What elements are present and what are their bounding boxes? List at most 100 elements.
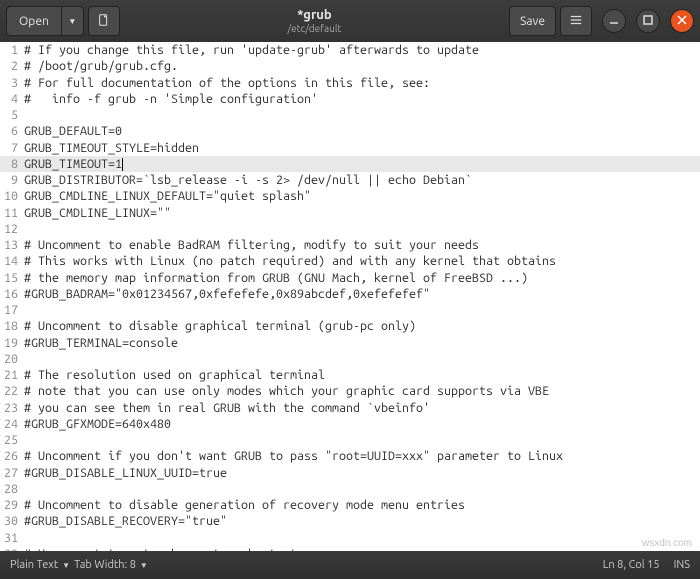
editor-line[interactable]: 7GRUB_TIMEOUT_STYLE=hidden bbox=[0, 140, 700, 156]
editor-line[interactable]: 31 bbox=[0, 530, 700, 546]
editor-line[interactable]: 13# Uncomment to enable BadRAM filtering… bbox=[0, 237, 700, 253]
line-number: 7 bbox=[0, 140, 22, 156]
chevron-down-icon: ▼ bbox=[140, 561, 148, 570]
language-label: Plain Text bbox=[10, 559, 58, 571]
line-content: #GRUB_BADRAM="0x01234567,0xfefefefe,0x89… bbox=[22, 286, 700, 302]
line-content: GRUB_TIMEOUT_STYLE=hidden bbox=[22, 140, 700, 156]
minimize-icon bbox=[609, 15, 619, 28]
line-content bbox=[22, 481, 700, 497]
line-number: 31 bbox=[0, 530, 22, 546]
line-content: # Uncomment if you don't want GRUB to pa… bbox=[22, 448, 700, 464]
line-content: #GRUB_DISABLE_LINUX_UUID=true bbox=[22, 465, 700, 481]
line-content: GRUB_TIMEOUT=1 bbox=[22, 156, 700, 172]
line-number: 1 bbox=[0, 42, 22, 58]
chevron-down-icon: ▼ bbox=[62, 561, 70, 570]
hamburger-icon bbox=[569, 13, 583, 30]
maximize-button[interactable] bbox=[636, 9, 660, 33]
line-number: 16 bbox=[0, 286, 22, 302]
editor-line[interactable]: 22# note that you can use only modes whi… bbox=[0, 383, 700, 399]
line-number: 5 bbox=[0, 107, 22, 123]
line-number: 15 bbox=[0, 270, 22, 286]
editor-line[interactable]: 1# If you change this file, run 'update-… bbox=[0, 42, 700, 58]
titlebar: Open ▼ *grub /etc/default Save bbox=[0, 0, 700, 42]
line-content: # Uncomment to disable graphical termina… bbox=[22, 318, 700, 334]
line-number: 11 bbox=[0, 205, 22, 221]
new-tab-button[interactable] bbox=[88, 6, 120, 36]
editor-line[interactable]: 29# Uncomment to disable generation of r… bbox=[0, 497, 700, 513]
line-number: 8 bbox=[0, 156, 22, 172]
editor-area[interactable]: 1# If you change this file, run 'update-… bbox=[0, 42, 700, 551]
editor-line[interactable]: 19#GRUB_TERMINAL=console bbox=[0, 335, 700, 351]
editor-line[interactable]: 8GRUB_TIMEOUT=1 bbox=[0, 156, 700, 172]
line-number: 4 bbox=[0, 91, 22, 107]
editor-line[interactable]: 3# For full documentation of the options… bbox=[0, 75, 700, 91]
line-content: # /boot/grub/grub.cfg. bbox=[22, 58, 700, 74]
editor-line[interactable]: 20 bbox=[0, 351, 700, 367]
line-content bbox=[22, 432, 700, 448]
line-number: 25 bbox=[0, 432, 22, 448]
editor-line[interactable]: 9GRUB_DISTRIBUTOR=`lsb_release -i -s 2> … bbox=[0, 172, 700, 188]
text-cursor bbox=[122, 158, 123, 171]
open-button-group: Open ▼ bbox=[6, 6, 84, 36]
line-content bbox=[22, 351, 700, 367]
line-content: # info -f grub -n 'Simple configuration' bbox=[22, 91, 700, 107]
line-content: # you can see them in real GRUB with the… bbox=[22, 400, 700, 416]
hamburger-menu-button[interactable] bbox=[560, 6, 592, 36]
editor-line[interactable]: 30#GRUB_DISABLE_RECOVERY="true" bbox=[0, 513, 700, 529]
line-number: 19 bbox=[0, 335, 22, 351]
cursor-position: Ln 8, Col 15 bbox=[603, 559, 660, 571]
editor-line[interactable]: 17 bbox=[0, 302, 700, 318]
line-content: # For full documentation of the options … bbox=[22, 75, 700, 91]
close-icon bbox=[677, 15, 687, 28]
editor-line[interactable]: 16#GRUB_BADRAM="0x01234567,0xfefefefe,0x… bbox=[0, 286, 700, 302]
tab-width-selector[interactable]: Tab Width: 8 ▼ bbox=[74, 559, 148, 571]
editor-line[interactable]: 15# the memory map information from GRUB… bbox=[0, 270, 700, 286]
document-title: *grub bbox=[124, 8, 505, 22]
line-content: #GRUB_TERMINAL=console bbox=[22, 335, 700, 351]
open-button[interactable]: Open bbox=[6, 6, 62, 36]
save-button[interactable]: Save bbox=[509, 6, 556, 36]
editor-line[interactable]: 14# This works with Linux (no patch requ… bbox=[0, 253, 700, 269]
editor-line[interactable]: 21# The resolution used on graphical ter… bbox=[0, 367, 700, 383]
line-number: 3 bbox=[0, 75, 22, 91]
document-path: /etc/default bbox=[124, 23, 505, 34]
editor-line[interactable]: 12 bbox=[0, 221, 700, 237]
line-number: 26 bbox=[0, 448, 22, 464]
editor-line[interactable]: 26# Uncomment if you don't want GRUB to … bbox=[0, 448, 700, 464]
minimize-button[interactable] bbox=[602, 9, 626, 33]
editor-line[interactable]: 23# you can see them in real GRUB with t… bbox=[0, 400, 700, 416]
close-button[interactable] bbox=[670, 9, 694, 33]
line-content: # Uncomment to enable BadRAM filtering, … bbox=[22, 237, 700, 253]
line-content: # The resolution used on graphical termi… bbox=[22, 367, 700, 383]
editor-line[interactable]: 25 bbox=[0, 432, 700, 448]
editor-line[interactable]: 10GRUB_CMDLINE_LINUX_DEFAULT="quiet spla… bbox=[0, 188, 700, 204]
line-number: 24 bbox=[0, 416, 22, 432]
line-number: 10 bbox=[0, 188, 22, 204]
line-content: #GRUB_DISABLE_RECOVERY="true" bbox=[22, 513, 700, 529]
open-recent-dropdown[interactable]: ▼ bbox=[62, 6, 84, 36]
line-number: 9 bbox=[0, 172, 22, 188]
line-number: 30 bbox=[0, 513, 22, 529]
line-content: # the memory map information from GRUB (… bbox=[22, 270, 700, 286]
editor-line[interactable]: 4# info -f grub -n 'Simple configuration… bbox=[0, 91, 700, 107]
insert-mode: INS bbox=[674, 559, 690, 571]
editor-line[interactable]: 5 bbox=[0, 107, 700, 123]
line-number: 12 bbox=[0, 221, 22, 237]
line-number: 6 bbox=[0, 123, 22, 139]
line-content bbox=[22, 221, 700, 237]
title-area: *grub /etc/default bbox=[124, 8, 505, 33]
line-content: # This works with Linux (no patch requir… bbox=[22, 253, 700, 269]
line-number: 23 bbox=[0, 400, 22, 416]
editor-line[interactable]: 6GRUB_DEFAULT=0 bbox=[0, 123, 700, 139]
language-selector[interactable]: Plain Text ▼ bbox=[10, 559, 70, 571]
editor-line[interactable]: 18# Uncomment to disable graphical termi… bbox=[0, 318, 700, 334]
editor-line[interactable]: 27#GRUB_DISABLE_LINUX_UUID=true bbox=[0, 465, 700, 481]
editor-line[interactable]: 28 bbox=[0, 481, 700, 497]
line-content: # If you change this file, run 'update-g… bbox=[22, 42, 700, 58]
chevron-down-icon: ▼ bbox=[68, 17, 76, 26]
line-number: 21 bbox=[0, 367, 22, 383]
line-number: 27 bbox=[0, 465, 22, 481]
editor-line[interactable]: 11GRUB_CMDLINE_LINUX="" bbox=[0, 205, 700, 221]
editor-line[interactable]: 2# /boot/grub/grub.cfg. bbox=[0, 58, 700, 74]
editor-line[interactable]: 24#GRUB_GFXMODE=640x480 bbox=[0, 416, 700, 432]
